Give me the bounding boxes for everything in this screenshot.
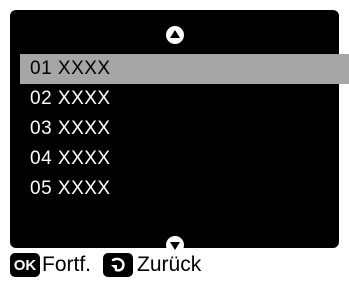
- menu-item-04[interactable]: 04 XXXX: [20, 144, 349, 174]
- back-arrow-icon[interactable]: [103, 253, 134, 277]
- button-hint-bar: OK Fortf. Zurück: [10, 252, 201, 278]
- menu-item-02[interactable]: 02 XXXX: [20, 84, 349, 114]
- continue-label: Fortf.: [42, 253, 92, 276]
- printer-lcd-screen: 01 XXXX 02 XXXX 03 XXXX 04 XXXX 05 XXXX …: [0, 0, 349, 282]
- back-arrow-glyph: [111, 257, 125, 272]
- menu-item-05[interactable]: 05 XXXX: [20, 174, 349, 204]
- menu-item-03[interactable]: 03 XXXX: [20, 114, 349, 144]
- ok-button-icon[interactable]: OK: [10, 253, 40, 277]
- back-label: Zurück: [137, 253, 202, 276]
- menu-list: 01 XXXX 02 XXXX 03 XXXX 04 XXXX 05 XXXX: [20, 54, 349, 204]
- scroll-up-icon[interactable]: [165, 26, 184, 44]
- lcd-panel: 01 XXXX 02 XXXX 03 XXXX 04 XXXX 05 XXXX: [10, 10, 349, 254]
- menu-item-01[interactable]: 01 XXXX: [20, 54, 349, 84]
